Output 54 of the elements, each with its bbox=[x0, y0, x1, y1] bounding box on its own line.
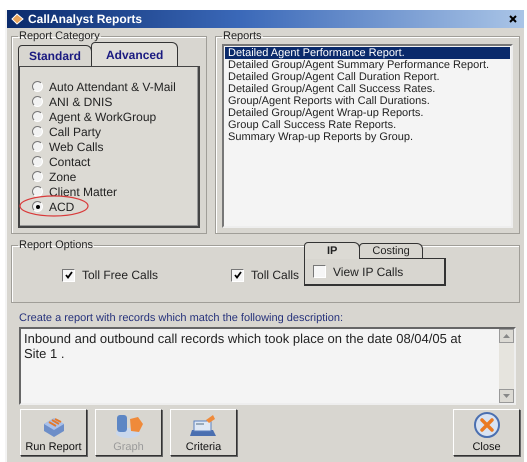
close-icon bbox=[472, 411, 500, 439]
radio-button[interactable] bbox=[32, 186, 43, 197]
scroll-down-button[interactable] bbox=[499, 389, 514, 403]
radio-label: ANI & DNIS bbox=[49, 94, 112, 108]
radio-label: ACD bbox=[49, 200, 74, 214]
checkbox[interactable] bbox=[231, 268, 244, 282]
category-tab[interactable]: Advanced bbox=[91, 42, 178, 67]
radio-button[interactable] bbox=[32, 201, 43, 212]
checkbox-label: Toll Free Calls bbox=[82, 268, 158, 282]
window-title: CallAnalyst Reports bbox=[28, 12, 144, 26]
report-item[interactable]: Detailed Group/Agent Call Success Rates. bbox=[225, 83, 510, 95]
option-tab[interactable]: IP bbox=[304, 242, 360, 259]
radio-button[interactable] bbox=[32, 81, 43, 92]
report-item[interactable]: Detailed Group/Agent Call Duration Report. bbox=[225, 71, 510, 83]
diamond-icon bbox=[11, 13, 24, 25]
report-item[interactable]: Detailed Group/Agent Summary Performance Report. bbox=[225, 59, 510, 71]
toolbar-button[interactable]: Run Report bbox=[20, 409, 87, 456]
radio-button[interactable] bbox=[32, 171, 43, 182]
toolbar-button[interactable]: Close bbox=[453, 409, 520, 456]
checkbox-label: View IP Calls bbox=[333, 264, 404, 278]
radio-button[interactable] bbox=[32, 111, 43, 122]
radio-label: Auto Attendant & V-Mail bbox=[49, 80, 176, 94]
file-tray-icon bbox=[188, 413, 218, 439]
report-item[interactable]: Group/Agent Reports with Call Durations. bbox=[225, 95, 510, 107]
radio-label: Zone bbox=[49, 170, 76, 184]
radio-button[interactable] bbox=[32, 96, 43, 107]
description-label: Create a report with records which match the following description: bbox=[19, 312, 344, 324]
checkbox-label: Toll Calls bbox=[251, 268, 300, 282]
report-item[interactable]: Group Call Success Rate Reports. bbox=[225, 119, 510, 131]
group-label: Reports bbox=[222, 30, 263, 42]
up-arrow-icon bbox=[503, 334, 510, 338]
group-label: Report Category bbox=[18, 30, 101, 42]
radio-button[interactable] bbox=[32, 141, 43, 152]
down-arrow-icon bbox=[503, 394, 510, 398]
radio-label: Web Calls bbox=[49, 140, 104, 154]
toolbar-button[interactable]: Criteria bbox=[170, 409, 237, 456]
description-field[interactable]: Inbound and outbound call records which took place on the date 08/04/05 at Site 1 . bbox=[19, 327, 516, 405]
checkbox[interactable] bbox=[313, 265, 326, 278]
report-item[interactable]: Detailed Agent Performance Report. bbox=[225, 47, 510, 59]
radio-label: Agent & WorkGroup bbox=[49, 110, 156, 124]
checkbox[interactable] bbox=[62, 268, 75, 282]
report-item[interactable]: Summary Wrap-up Reports by Group. bbox=[225, 131, 510, 143]
description-text: Inbound and outbound call records which took place on the date 08/04/05 at Site 1 . bbox=[23, 330, 462, 363]
group-label: Report Options bbox=[18, 239, 94, 251]
scrollbar[interactable] bbox=[499, 329, 514, 403]
radio-button[interactable] bbox=[32, 156, 43, 167]
radio-label: Contact bbox=[49, 154, 90, 168]
radio-button[interactable] bbox=[32, 126, 43, 137]
category-tab[interactable]: Standard bbox=[18, 45, 92, 66]
radio-label: Client Matter bbox=[49, 184, 118, 198]
scroll-up-button[interactable] bbox=[499, 329, 514, 343]
radio-label: Call Party bbox=[49, 124, 102, 138]
report-item[interactable]: Detailed Group/Agent Wrap-up Reports. bbox=[225, 107, 510, 119]
option-tab[interactable]: Costing bbox=[359, 243, 423, 258]
